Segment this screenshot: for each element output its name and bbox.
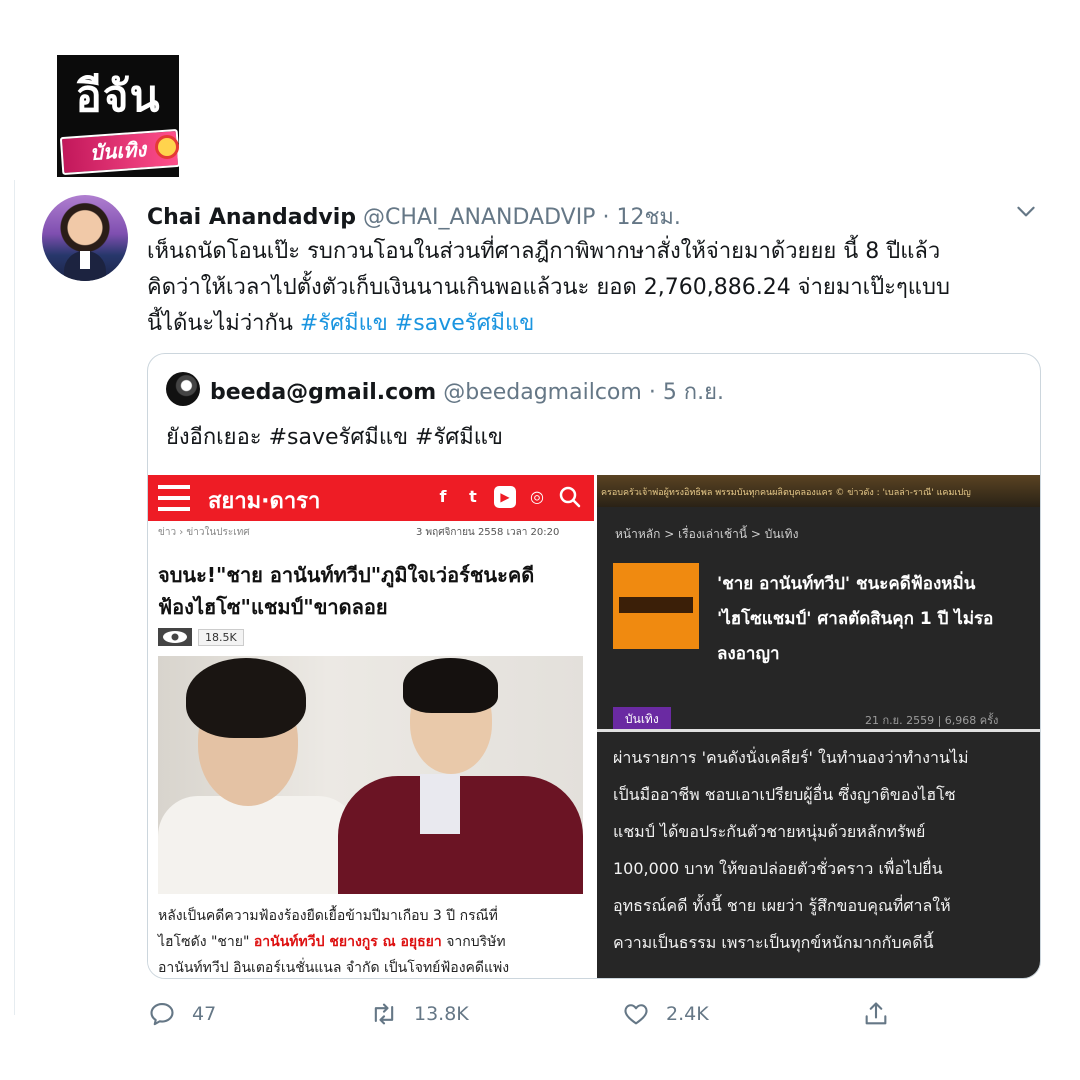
tweet-line: คิดว่าให้เวลาไปตั้งตัวเก็บเงินนานเกินพอแ… [147, 275, 950, 300]
tweet-text: เห็นถนัดโอนเป๊ะ รบกวนโอนในส่วนที่ศาลฎีกา… [147, 234, 1047, 342]
body-line: 100,000 บาท ให้ขอปล่อยตัวชั่วคราว เพื่อไ… [613, 859, 943, 878]
title-line: ฟ้องไฮโซ"แชมป์"ขาดลอย [158, 595, 388, 619]
article-photo [158, 656, 583, 894]
tweet-header: Chai Anandadvip @CHAI_ANANDADVIP · 12ชม. [147, 199, 681, 234]
facebook-icon: f [439, 487, 447, 506]
highlighted-name: อานันท์ทวีป ชยางกูร ณ อยุธยา [253, 934, 442, 950]
chevron-down-icon[interactable] [1013, 198, 1039, 224]
body-line: แชมป์ ได้ขอประกันตัวชายหนุ่มด้วยหลักทรัพ… [613, 822, 926, 841]
retweet-icon [374, 1003, 394, 1025]
tweet-line-text: นี้ได้นะไม่ว่ากัน [147, 311, 293, 336]
search-icon [559, 486, 581, 508]
brand-logo: อีจัน บันเทิง [57, 55, 181, 177]
eye-icon [158, 628, 192, 646]
reply-button[interactable]: 47 [148, 1000, 216, 1030]
retweet-button[interactable]: 13.8K [370, 1000, 469, 1030]
author-handle[interactable]: @CHAI_ANANDADVIP [363, 205, 595, 230]
quote-header: beeda@gmail.com @beedagmailcom · 5 ก.ย. [210, 374, 724, 409]
body-line: ผ่านรายการ 'คนดังนั่งเคลียร์' ในทำนองว่า… [613, 748, 969, 767]
quoted-tweet[interactable]: beeda@gmail.com @beedagmailcom · 5 ก.ย. … [147, 353, 1041, 979]
body-line: เป็นมืออาชีพ ชอบเอาเปรียบผู้อื่น ซึ่งญาต… [613, 785, 956, 804]
reply-count: 47 [192, 1003, 217, 1025]
title-line: ลงอาญา [717, 644, 780, 664]
separator-dot: · [602, 205, 610, 230]
body-line: อุทธรณ์คดี ทั้งนี้ ชาย เผยว่า รู้สึกขอบค… [613, 896, 951, 915]
person-right-hair [403, 658, 498, 713]
title-line: จบนะ!"ชาย อานันท์ทวีป"ภูมิใจเว่อร์ชนะคดี [158, 563, 535, 587]
person-left-body [158, 796, 358, 894]
tweet-line: นี้ได้นะไม่ว่ากัน #รัศมีแข #saveรัศมีแข [147, 306, 1047, 342]
flower-icon [155, 135, 179, 159]
title-line: 'ไฮโซแชมป์' ศาลตัดสินคุก 1 ปี ไม่รอ [717, 609, 994, 629]
body-line: ไฮโซดัง "ชาย" อานันท์ทวีป ชยางกูร ณ อยุธ… [158, 929, 588, 955]
quote-author-handle[interactable]: @beedagmailcom [443, 380, 642, 405]
share-icon [865, 1002, 887, 1025]
siamdara-logo: สยาม·ดารา [208, 489, 321, 514]
timeline-border [14, 180, 15, 1015]
body-line: อานันท์ทวีป อินเตอร์เนชั่นแนล จำกัด เป็น… [158, 960, 510, 976]
separator-dot: · [648, 380, 656, 405]
tweet-line: เห็นถนัดโอนเป๊ะ รบกวนโอนในส่วนที่ศาลฎีกา… [147, 239, 941, 264]
like-button[interactable]: 2.4K [622, 1000, 709, 1030]
youtube-icon: ▶ [494, 486, 516, 508]
avatar-collar [80, 251, 90, 269]
quote-time[interactable]: 5 ก.ย. [663, 380, 724, 405]
instagram-icon: ◎ [530, 487, 544, 506]
breadcrumb: หน้าหลัก > เรื่องเล่าเช้านี้ > บันเทิง [615, 527, 799, 541]
person-right-jacket [338, 776, 583, 894]
title-line: 'ชาย อานันท์ทวีป' ชนะคดีฟ้องหมิ่น [717, 574, 976, 594]
article-body: หลังเป็นคดีความฟ้องร้องยืดเยื้อข้ามปีมาเ… [158, 903, 588, 978]
quote-avatar[interactable] [166, 372, 200, 406]
menu-icon [158, 485, 190, 511]
hashtag-link[interactable]: #รัศมีแข [300, 311, 388, 336]
thumbnail-logo [619, 597, 693, 613]
hashtag-link[interactable]: #saveรัศมีแข [395, 311, 534, 336]
ticker-text: ครอบครัวเจ้าพ่อผู้ทรงอิทธิพล พรรมบันทุกค… [601, 488, 971, 498]
news-screenshot-right[interactable]: ครอบครัวเจ้าพ่อผู้ทรงอิทธิพล พรรมบันทุกค… [597, 475, 1040, 978]
reply-icon [150, 1003, 174, 1026]
logo-main-text: อีจัน [75, 71, 161, 122]
like-count: 2.4K [666, 1003, 709, 1025]
article-meta: 21 ก.ย. 2559 | 6,968 ครั้ง [865, 714, 999, 727]
view-count: 18.5K [198, 629, 244, 646]
body-line: ความเป็นธรรม เพราะเป็นทุกข์หนักมากกับคดี… [613, 933, 934, 952]
body-line: หลังเป็นคดีความฟ้องร้องยืดเยื้อข้ามปีมาเ… [158, 908, 498, 924]
retweet-count: 13.8K [414, 1003, 469, 1025]
article-thumbnail [613, 563, 699, 649]
divider [597, 729, 1040, 732]
tweet-time[interactable]: 12ชม. [616, 205, 680, 230]
body-text: จากบริษัท [441, 934, 506, 950]
heart-icon [624, 1004, 648, 1025]
article-title: จบนะ!"ชาย อานันท์ทวีป"ภูมิใจเว่อร์ชนะคดี… [158, 559, 588, 623]
news-screenshot-left[interactable]: สยาม·ดารา f t ▶ ◎ ข่าว › ข่าวในประเทศ 3 … [148, 475, 594, 978]
body-text: ไฮโซดัง "ชาย" [158, 934, 254, 950]
breadcrumb: ข่าว › ข่าวในประเทศ [158, 527, 250, 538]
person-right-shirt [420, 774, 460, 834]
article-body: ผ่านรายการ 'คนดังนั่งเคลียร์' ในทำนองว่า… [613, 739, 1038, 961]
article-date: 3 พฤศจิกายน 2558 เวลา 20:20 [416, 527, 560, 538]
share-button[interactable] [862, 1000, 890, 1030]
person-left-hair [186, 658, 306, 738]
quote-author-name[interactable]: beeda@gmail.com [210, 380, 436, 405]
article-title: 'ชาย อานันท์ทวีป' ชนะคดีฟ้องหมิ่น 'ไฮโซแ… [717, 567, 1035, 672]
author-name[interactable]: Chai Anandadvip [147, 205, 356, 230]
quote-text: ยังอีกเยอะ #saveรัศมีแข #รัศมีแข [166, 425, 503, 450]
twitter-icon: t [469, 487, 477, 506]
avatar[interactable] [42, 195, 128, 281]
